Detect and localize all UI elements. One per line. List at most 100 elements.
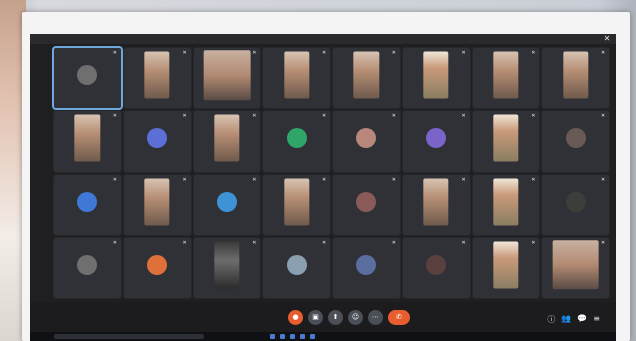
end-call-button[interactable]: ✆ (388, 310, 410, 325)
mic-muted-icon: ✕ (601, 50, 606, 56)
participant-avatar (216, 191, 237, 212)
participant-tile[interactable]: ✕ (332, 46, 401, 110)
mic-muted-icon: ✕ (461, 113, 466, 120)
mic-muted-icon: ✕ (182, 176, 187, 183)
mic-muted-icon: ✕ (531, 113, 536, 120)
participant-tile[interactable]: ✕ (471, 173, 541, 236)
participant-tile[interactable]: ✕ (401, 173, 471, 236)
mic-muted-icon: ✕ (322, 176, 327, 183)
participant-video (493, 241, 519, 289)
mic-muted-icon: ✕ (391, 113, 396, 120)
taskbar-app-icon[interactable] (300, 334, 305, 339)
participant-tile[interactable]: ✕ (52, 45, 123, 111)
info-icon[interactable]: ⓘ (547, 314, 555, 325)
mic-muted-icon: ✕ (252, 113, 257, 120)
mic-muted-icon: ✕ (531, 176, 536, 183)
mic-muted-icon: ✕ (461, 176, 466, 183)
participant-tile[interactable]: ✕ (471, 236, 541, 300)
participant-tile[interactable]: ✕ (332, 236, 401, 300)
participant-tile[interactable]: ✕ (401, 46, 471, 110)
participant-avatar (426, 254, 447, 275)
participant-tile[interactable]: ✕ (541, 46, 610, 110)
taskbar-search-box[interactable] (54, 334, 204, 339)
os-taskbar (30, 332, 616, 341)
participant-avatar (77, 65, 98, 86)
participant-tile[interactable]: ✕ (262, 110, 331, 173)
taskbar-app-icon[interactable] (290, 334, 295, 339)
more-options-button[interactable]: ⋯ (368, 310, 383, 325)
participant-video (283, 178, 310, 226)
mic-muted-icon: ✕ (322, 239, 327, 246)
participant-tile[interactable]: ✕ (122, 110, 192, 173)
participant-tile[interactable]: ✕ (192, 46, 262, 110)
mic-muted-icon: ✕ (461, 50, 466, 56)
participant-avatar (565, 191, 586, 212)
participant-tile[interactable]: ✕ (53, 173, 122, 236)
participant-tile[interactable]: ✕ (541, 236, 610, 300)
participant-tile[interactable]: ✕ (262, 236, 331, 300)
participant-tile[interactable]: ✕ (332, 110, 401, 173)
mic-muted-icon: ✕ (601, 176, 606, 183)
participant-avatar (356, 254, 377, 275)
participant-avatar (286, 128, 307, 149)
participant-avatar (286, 254, 307, 275)
right-controls: ⓘ 👥 💬 ≡ (547, 314, 600, 325)
taskbar-app-icon[interactable] (280, 334, 285, 339)
participant-video (283, 51, 310, 99)
participant-video (493, 114, 519, 162)
taskbar-app-icon[interactable] (270, 334, 275, 339)
mic-muted-icon: ✕ (601, 113, 606, 120)
mic-muted-icon: ✕ (112, 113, 117, 120)
participant-tile[interactable]: ✕ (262, 173, 331, 236)
video-call-screen: ✕ ✕ ✕ ✕ ✕ ✕ ✕ ✕ ✕ ✕ ✕ ✕ ✕ ✕ ✕ ✕ ✕ ✕ ✕ ✕ ✕ ✕ ✕ ✕ ✕ ✕ ✕ ✕ ✕ ✕ ✕ ✕ ✕ ● ▣ ⬆ ☺ ⋯… (30, 34, 616, 341)
participant-tile[interactable]: ✕ (192, 173, 262, 236)
participant-tile[interactable]: ✕ (471, 46, 541, 110)
participant-tile[interactable]: ✕ (541, 110, 610, 173)
reactions-button[interactable]: ☺ (348, 310, 363, 325)
participant-avatar (147, 128, 168, 149)
mic-muted-icon: ✕ (112, 239, 117, 246)
participant-avatar (426, 128, 447, 149)
participant-avatar (77, 191, 98, 212)
menu-icon[interactable]: ≡ (593, 314, 600, 325)
participant-video (144, 51, 170, 99)
mic-muted-icon: ✕ (461, 239, 466, 246)
participant-tile[interactable]: ✕ (53, 236, 122, 300)
participant-video (423, 178, 449, 226)
camera-toggle-button[interactable]: ▣ (308, 310, 323, 325)
window-titlebar: ✕ (30, 34, 616, 44)
participant-video (214, 114, 240, 162)
mic-muted-icon: ✕ (112, 176, 117, 183)
participant-tile[interactable]: ✕ (53, 110, 122, 173)
participant-video (144, 178, 170, 226)
participant-avatar (77, 254, 98, 275)
participant-tile[interactable]: ✕ (122, 46, 192, 110)
participant-tile[interactable]: ✕ (262, 46, 331, 110)
participant-tile[interactable]: ✕ (541, 173, 610, 236)
participant-video (74, 114, 101, 162)
participant-video (423, 51, 449, 99)
mic-toggle-button[interactable]: ● (288, 310, 303, 325)
participant-tile[interactable]: ✕ (122, 236, 192, 300)
participant-tile[interactable]: ✕ (192, 236, 262, 300)
participant-video (493, 51, 519, 99)
mic-muted-icon: ✕ (252, 50, 257, 56)
share-screen-button[interactable]: ⬆ (328, 310, 343, 325)
mic-muted-icon: ✕ (112, 50, 117, 56)
mic-muted-icon: ✕ (322, 50, 327, 56)
participant-tile[interactable]: ✕ (122, 173, 192, 236)
participant-tile[interactable]: ✕ (332, 173, 401, 236)
mic-muted-icon: ✕ (601, 239, 606, 246)
participant-tile[interactable]: ✕ (192, 110, 262, 173)
taskbar-app-icon[interactable] (310, 334, 315, 339)
participant-video (214, 241, 240, 289)
chat-icon[interactable]: 💬 (577, 314, 587, 325)
meeting-control-bar: ● ▣ ⬆ ☺ ⋯ ✆ ⓘ 👥 💬 ≡ (30, 302, 616, 332)
participants-icon[interactable]: 👥 (561, 314, 571, 325)
participant-tile[interactable]: ✕ (401, 110, 471, 173)
close-icon[interactable]: ✕ (602, 34, 612, 44)
participant-tile[interactable]: ✕ (471, 110, 541, 173)
participant-grid: ✕ ✕ ✕ ✕ ✕ ✕ ✕ ✕ ✕ ✕ ✕ ✕ ✕ ✕ ✕ ✕ ✕ ✕ ✕ ✕ ✕ ✕ ✕ ✕ ✕ ✕ ✕ ✕ ✕ ✕ ✕ ✕ (52, 45, 610, 300)
participant-tile[interactable]: ✕ (401, 236, 471, 300)
mic-muted-icon: ✕ (252, 176, 257, 183)
